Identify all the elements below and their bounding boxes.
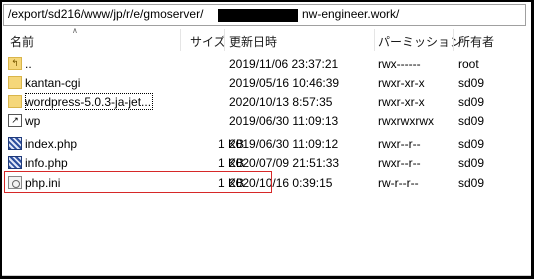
column-divider[interactable] — [224, 29, 225, 51]
file-owner: sd09 — [458, 76, 485, 90]
column-header: 名前 ∧ サイズ 更新日時 パーミッション 所有者 — [2, 26, 531, 51]
file-modified: 2019/05/16 10:46:39 — [229, 76, 340, 90]
file-name: index.php — [25, 137, 78, 151]
file-name: .. — [25, 57, 32, 71]
file-owner: sd09 — [458, 137, 485, 151]
column-divider[interactable] — [180, 29, 181, 51]
php-file-icon — [8, 156, 22, 169]
file-permission: rwxr-xr-x — [378, 95, 425, 109]
highlight-box — [4, 171, 272, 193]
folder-icon — [8, 76, 22, 89]
column-owner-header[interactable]: 所有者 — [458, 33, 494, 50]
file-owner: sd09 — [458, 176, 485, 190]
file-name: kantan-cgi — [25, 76, 81, 90]
file-browser-window: /export/sd216/www/jp/r/e/gmoserver/ nw-e… — [2, 2, 531, 276]
file-owner: sd09 — [458, 156, 485, 170]
file-modified: 2019/06/30 11:09:12 — [229, 137, 339, 151]
file-row[interactable]: kantan-cgi 2019/05/16 10:46:39 rwxr-xr-x… — [2, 73, 531, 93]
folder-icon — [8, 95, 22, 108]
column-divider[interactable] — [374, 29, 375, 51]
file-permission: rwxrwxrwx — [378, 114, 434, 128]
file-name: info.php — [25, 156, 68, 170]
path-bar[interactable]: /export/sd216/www/jp/r/e/gmoserver/ nw-e… — [3, 4, 526, 26]
file-modified: 2020/10/13 8:57:35 — [229, 95, 333, 109]
column-divider[interactable] — [453, 29, 454, 51]
file-row[interactable]: index.php 1 KB 2019/06/30 11:09:12 rwxr-… — [2, 134, 531, 154]
file-modified: 2020/07/09 21:51:33 — [229, 156, 340, 170]
sort-ascending-icon: ∧ — [72, 26, 78, 35]
path-suffix: nw-engineer.work/ — [302, 7, 400, 21]
column-size-header[interactable]: サイズ — [190, 33, 226, 50]
file-row[interactable]: info.php 1 KB 2020/07/09 21:51:33 rwxr--… — [2, 153, 531, 173]
php-file-icon — [8, 137, 22, 150]
file-row[interactable]: ↗ wp 2019/06/30 11:09:13 rwxrwxrwx sd09 — [2, 111, 531, 131]
redacted-path-segment — [218, 9, 298, 22]
shortcut-icon: ↗ — [8, 114, 22, 127]
file-permission: rwx------ — [378, 57, 421, 71]
file-row[interactable]: wordpress-5.0.3-ja-jet... 2020/10/13 8:5… — [2, 92, 531, 112]
file-name: wp — [25, 114, 41, 128]
column-permission-header[interactable]: パーミッション — [378, 33, 462, 50]
folder-up-icon: ↰ — [8, 57, 22, 70]
file-permission: rwxr--r-- — [378, 137, 421, 151]
file-owner: sd09 — [458, 114, 485, 128]
file-permission: rwxr-xr-x — [378, 76, 425, 90]
file-permission: rwxr--r-- — [378, 156, 421, 170]
file-row[interactable]: ↰ .. 2019/11/06 23:37:21 rwx------ root — [2, 54, 531, 74]
file-name: wordpress-5.0.3-ja-jet... — [25, 95, 152, 109]
file-modified: 2019/06/30 11:09:13 — [229, 114, 339, 128]
file-modified: 2019/11/06 23:37:21 — [229, 57, 339, 71]
file-owner: root — [458, 57, 479, 71]
column-modified-header[interactable]: 更新日時 — [229, 33, 277, 50]
bottom-divider — [2, 275, 531, 276]
column-name-header[interactable]: 名前 — [10, 33, 34, 50]
file-owner: sd09 — [458, 95, 485, 109]
file-permission: rw-r--r-- — [378, 176, 419, 190]
path-prefix: /export/sd216/www/jp/r/e/gmoserver/ — [8, 7, 204, 21]
